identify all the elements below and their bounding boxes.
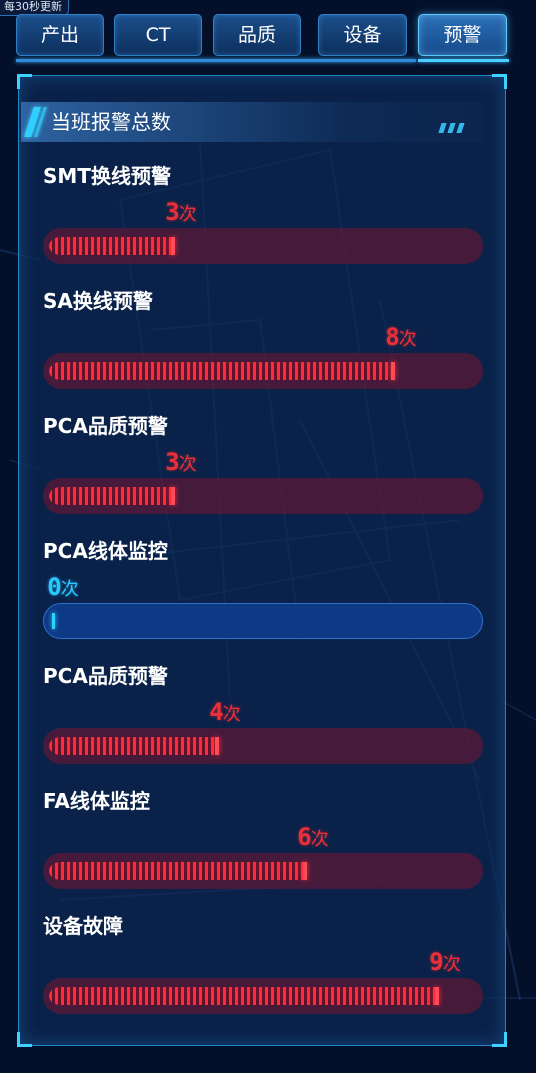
alarm-count-unit: 次	[222, 704, 241, 725]
alarm-count-unit: 次	[178, 204, 197, 225]
alarm-progress-fill	[43, 853, 307, 889]
metric-row: PCA品质预警 3次	[19, 412, 507, 532]
metric-label: 设备故障	[43, 914, 123, 938]
alarm-count-value: 6	[297, 823, 311, 851]
metric-label: PCA品质预警	[43, 664, 168, 688]
alarm-progress-fill	[43, 728, 219, 764]
alarm-count-value: 0	[47, 573, 61, 601]
alarm-progress-fill	[43, 228, 175, 264]
metric-row: PCA线体监控 0次	[19, 537, 507, 657]
alarm-progress-track	[43, 853, 483, 889]
tab-quality[interactable]: 品质	[213, 14, 301, 56]
metric-row: SMT换线预警 3次	[19, 162, 507, 282]
metric-label: SMT换线预警	[43, 164, 171, 188]
alarm-count: 4次	[209, 698, 240, 726]
tab-warning[interactable]: 预警	[418, 14, 507, 56]
alarm-progress-fill	[43, 353, 395, 389]
active-tab-underline	[418, 59, 509, 62]
corner-top-right	[492, 74, 507, 89]
alarm-count: 8次	[385, 323, 416, 351]
alarm-progress-track	[43, 228, 483, 264]
tab-bar: 产出 CT 品质 设备 预警	[0, 14, 536, 64]
tab-baseline	[16, 59, 416, 62]
alarm-count: 6次	[297, 823, 328, 851]
alarm-progress-track	[43, 728, 483, 764]
alarm-count-value: 4	[209, 698, 223, 726]
alarm-progress-fill	[43, 478, 175, 514]
alarm-progress-fill	[43, 978, 439, 1014]
alarm-count: 3次	[165, 448, 196, 476]
tab-output[interactable]: 产出	[16, 14, 104, 56]
metric-label: FA线体监控	[43, 789, 150, 813]
metric-label: SA换线预警	[43, 289, 153, 313]
metric-row: FA线体监控 6次	[19, 787, 507, 907]
tab-equipment[interactable]: 设备	[318, 14, 407, 56]
alarm-progress-track	[43, 353, 483, 389]
alarm-count-unit: 次	[178, 454, 197, 475]
alarm-count-unit: 次	[398, 329, 417, 350]
corner-bottom-left	[17, 1032, 32, 1047]
metric-label: PCA线体监控	[43, 539, 168, 563]
zero-progress-marker	[52, 613, 55, 629]
metric-row: PCA品质预警 4次	[19, 662, 507, 782]
alarm-progress-track	[43, 978, 483, 1014]
alarm-count-unit: 次	[60, 579, 79, 600]
panel-title: 当班报警总数	[51, 110, 171, 134]
alarm-progress-track	[43, 478, 483, 514]
alarm-count: 9次	[429, 948, 460, 976]
alarm-count-value: 3	[165, 448, 179, 476]
corner-top-left	[17, 74, 32, 89]
alarm-progress-track	[43, 603, 483, 639]
alarm-count: 0次	[47, 573, 78, 601]
alarm-count: 3次	[165, 198, 196, 226]
alarm-count-value: 9	[429, 948, 443, 976]
corner-bottom-right	[492, 1032, 507, 1047]
alarm-count-unit: 次	[310, 829, 329, 850]
alarm-count-value: 3	[165, 198, 179, 226]
alarm-count-value: 8	[385, 323, 399, 351]
tab-ct[interactable]: CT	[114, 14, 202, 56]
alarm-panel: 当班报警总数 SMT换线预警 3次 SA换线预警 8次 PCA品质预警 3次 PCA线体监控…	[17, 74, 507, 1047]
header-dots-icon	[436, 118, 465, 137]
panel-header: 当班报警总数	[21, 102, 483, 142]
metric-row: SA换线预警 8次	[19, 287, 507, 407]
alarm-count-unit: 次	[442, 954, 461, 975]
metric-label: PCA品质预警	[43, 414, 168, 438]
metric-row: 设备故障 9次	[19, 912, 507, 1032]
